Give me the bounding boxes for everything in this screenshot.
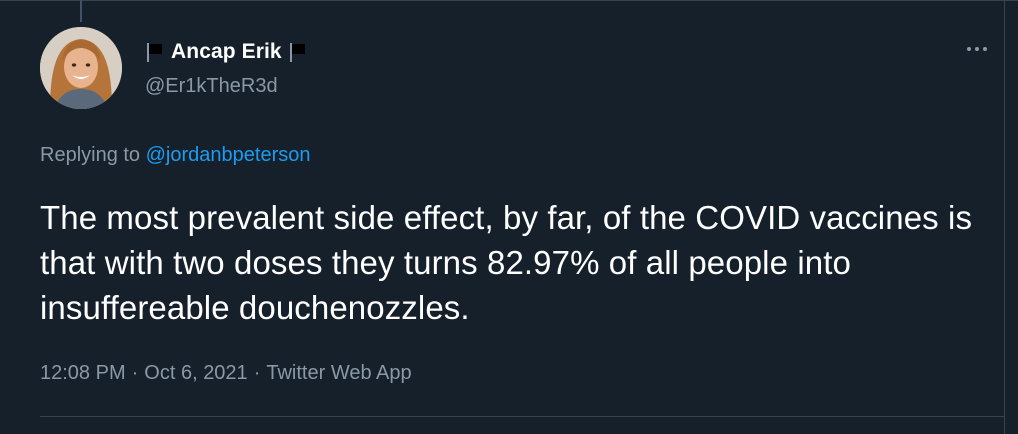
- replying-to-label: Replying to: [40, 144, 146, 166]
- avatar-image: [40, 27, 122, 109]
- display-name[interactable]: Ancap Erik: [171, 40, 282, 64]
- frame-border-right: [1004, 0, 1005, 434]
- more-horizontal-icon: [967, 47, 971, 51]
- black-flag-icon: [145, 40, 165, 64]
- thread-connector-line: [80, 0, 82, 22]
- tweet-source[interactable]: Twitter Web App: [266, 362, 411, 384]
- tweet-date[interactable]: Oct 6, 2021: [144, 362, 247, 384]
- avatar[interactable]: [40, 27, 122, 109]
- more-horizontal-icon: [975, 47, 979, 51]
- tweet-detail: Ancap Erik @Er1kTheR3d Replying to @jord…: [0, 0, 1018, 434]
- frame-border-top: [0, 0, 1018, 1]
- author-name-row[interactable]: Ancap Erik: [145, 38, 308, 66]
- reply-mention-link[interactable]: @jordanbpeterson: [146, 144, 311, 166]
- meta-separator: ·: [131, 362, 139, 384]
- divider: [40, 416, 1005, 417]
- replying-to: Replying to @jordanbpeterson: [40, 144, 310, 167]
- black-flag-icon: [288, 40, 308, 64]
- tweet-text: The most prevalent side effect, by far, …: [40, 199, 973, 326]
- tweet-time[interactable]: 12:08 PM: [40, 362, 126, 384]
- more-horizontal-icon: [983, 47, 987, 51]
- user-handle[interactable]: @Er1kTheR3d: [145, 75, 278, 98]
- tweet-metadata: 12:08 PM · Oct 6, 2021 · Twitter Web App: [40, 362, 412, 385]
- meta-separator: ·: [253, 362, 261, 384]
- more-options-button[interactable]: [962, 37, 992, 61]
